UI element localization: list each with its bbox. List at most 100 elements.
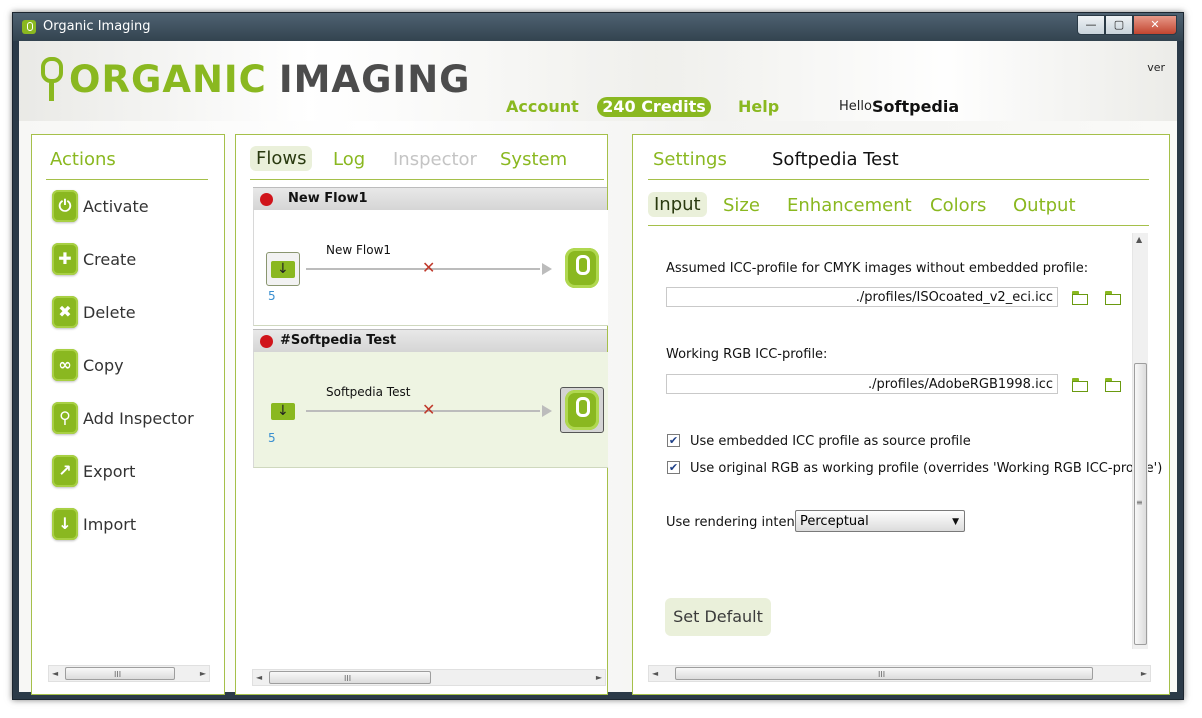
tab-size[interactable]: Size <box>723 195 760 216</box>
output-node-selected[interactable] <box>560 387 604 433</box>
input-folder-icon[interactable] <box>266 252 300 286</box>
rendering-intent-value: Perceptual <box>800 514 869 529</box>
flow-header[interactable]: New Flow1 <box>253 187 607 210</box>
help-link[interactable]: Help <box>738 97 779 116</box>
flow-header[interactable]: #Softpedia Test <box>253 329 607 352</box>
scroll-right-icon[interactable]: ► <box>200 666 206 681</box>
output-node-icon[interactable] <box>565 248 599 288</box>
divider <box>250 179 604 180</box>
create-label: Create <box>83 249 137 269</box>
copy-action[interactable]: ∞ Copy <box>52 348 124 382</box>
activate-action[interactable]: ⏻ Activate <box>52 189 149 223</box>
scroll-grip: III <box>344 674 352 683</box>
scroll-left-icon[interactable]: ◄ <box>256 670 262 685</box>
chevron-down-icon: ▼ <box>952 517 959 527</box>
arrow-right-icon <box>542 405 552 417</box>
close-button[interactable]: ✕ <box>1133 15 1177 35</box>
tab-input[interactable]: Input <box>648 192 707 217</box>
import-label: Import <box>83 514 137 534</box>
create-action[interactable]: ✚ Create <box>52 242 136 276</box>
divider <box>648 225 1149 226</box>
tab-flows[interactable]: Flows <box>250 146 313 171</box>
status-dot-icon <box>260 335 273 348</box>
folder-open-icon[interactable] <box>1072 291 1088 305</box>
settings-panel: Settings Softpedia Test Input Size Enhan… <box>632 134 1170 695</box>
tab-log[interactable]: Log <box>333 149 365 170</box>
settings-vscrollbar[interactable]: ▲ ≡ <box>1132 233 1148 649</box>
disconnected-x-icon[interactable]: ✕ <box>422 258 435 277</box>
actions-panel: Actions ⏻ Activate ✚ Create ✖ Delete ∞ C… <box>31 134 225 695</box>
add-inspector-action[interactable]: ⚲ Add Inspector <box>52 401 194 435</box>
scroll-up-icon[interactable]: ▲ <box>1136 235 1142 244</box>
selected-flow-name: Softpedia Test <box>772 149 899 170</box>
tab-output[interactable]: Output <box>1013 195 1076 216</box>
flow-title: New Flow1 <box>288 191 368 206</box>
scroll-left-icon[interactable]: ◄ <box>52 666 58 681</box>
actions-hscrollbar[interactable]: ◄ III ► <box>48 665 210 682</box>
app-icon <box>22 20 36 34</box>
export-arrow-icon: ↗ <box>52 455 78 487</box>
flow-file-count: 5 <box>268 289 276 303</box>
disconnected-x-icon[interactable]: ✕ <box>422 400 435 419</box>
cmyk-profile-field[interactable]: ./profiles/ISOcoated_v2_eci.icc <box>666 287 1058 307</box>
settings-hscrollbar[interactable]: ◄ III ► <box>648 665 1151 682</box>
flows-hscrollbar[interactable]: ◄ III ► <box>252 669 606 686</box>
client-area: ORGANIC IMAGING Account 240 Credits Help… <box>19 41 1177 695</box>
window-title: Organic Imaging <box>43 19 151 34</box>
export-action[interactable]: ↗ Export <box>52 454 135 488</box>
scroll-thumb[interactable]: III <box>675 667 1093 680</box>
credits-badge[interactable]: 240 Credits <box>597 97 711 117</box>
embedded-profile-checkbox[interactable]: ✔ <box>667 434 680 447</box>
flow-canvas: 5 New Flow1 ✕ <box>253 210 608 326</box>
app-window: Organic Imaging — ▢ ✕ ORGANIC IMAGING Ac… <box>12 12 1184 700</box>
minimize-button[interactable]: — <box>1077 15 1105 35</box>
activate-label: Activate <box>83 196 149 216</box>
tab-system[interactable]: System <box>500 149 567 170</box>
scroll-thumb[interactable]: III <box>269 671 431 684</box>
flow-label: New Flow1 <box>326 243 392 257</box>
tab-inspector[interactable]: Inspector <box>393 149 477 170</box>
folder-open-icon[interactable] <box>1105 291 1121 305</box>
maximize-button[interactable]: ▢ <box>1105 15 1133 35</box>
user-name: Softpedia <box>872 97 960 116</box>
folder-open-icon[interactable] <box>1105 378 1121 392</box>
rgb-profile-label: Working RGB ICC-profile: <box>666 347 828 362</box>
original-rgb-checkbox[interactable]: ✔ <box>667 461 680 474</box>
divider <box>46 179 208 180</box>
folder-open-icon[interactable] <box>1072 378 1088 392</box>
original-rgb-label: Use original RGB as working profile (ove… <box>690 461 1163 476</box>
hello-label: Hello <box>839 99 872 114</box>
flow-file-count: 5 <box>268 431 276 445</box>
delete-action[interactable]: ✖ Delete <box>52 295 136 329</box>
rgb-profile-field[interactable]: ./profiles/AdobeRGB1998.icc <box>666 374 1058 394</box>
import-action[interactable]: ↓ Import <box>52 507 136 541</box>
title-bar[interactable]: Organic Imaging — ▢ ✕ <box>13 13 1183 41</box>
arrow-right-icon <box>542 263 552 275</box>
flow-label: Softpedia Test <box>326 385 411 399</box>
flow-title: #Softpedia Test <box>280 333 397 348</box>
add-inspector-label: Add Inspector <box>83 408 194 428</box>
settings-title: Settings <box>653 149 727 170</box>
scroll-right-icon[interactable]: ► <box>596 670 602 685</box>
version-label: ver <box>1147 61 1165 74</box>
tab-enhancement[interactable]: Enhancement <box>787 195 912 216</box>
plus-icon: ✚ <box>52 243 78 275</box>
cmyk-profile-label: Assumed ICC-profile for CMYK images with… <box>666 261 1089 276</box>
scroll-left-icon[interactable]: ◄ <box>652 666 658 681</box>
scroll-right-icon[interactable]: ► <box>1141 666 1147 681</box>
import-arrow-icon: ↓ <box>52 508 78 540</box>
status-dot-icon <box>260 193 273 206</box>
magnifier-icon: ⚲ <box>52 402 78 434</box>
scroll-grip: ≡ <box>1136 498 1143 507</box>
account-link[interactable]: Account <box>506 97 579 116</box>
divider <box>648 179 1149 180</box>
copy-label: Copy <box>83 355 124 375</box>
input-folder-icon[interactable] <box>266 394 300 428</box>
output-node-icon <box>565 390 599 430</box>
logo-mark-icon <box>41 57 63 101</box>
tab-colors[interactable]: Colors <box>930 195 986 216</box>
scroll-thumb[interactable]: III <box>65 667 175 680</box>
rendering-intent-select[interactable]: Perceptual ▼ <box>795 510 965 532</box>
set-default-button[interactable]: Set Default <box>665 598 771 636</box>
x-icon: ✖ <box>52 296 78 328</box>
